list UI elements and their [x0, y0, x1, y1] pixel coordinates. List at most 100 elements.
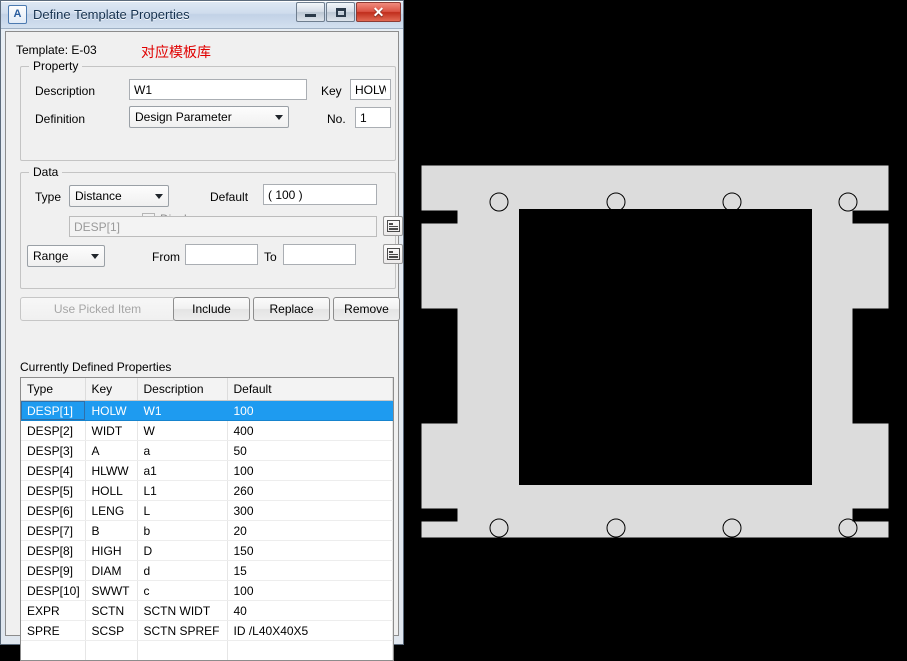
cell-key: B	[85, 521, 137, 541]
data-group: Data Type Distance Default Range	[20, 172, 396, 289]
cell-key: HOLL	[85, 481, 137, 501]
define-template-properties-dialog: A Define Template Properties ✕ Template:…	[0, 0, 404, 645]
to-input[interactable]	[283, 244, 356, 265]
no-label: No.	[327, 112, 346, 126]
remove-button[interactable]: Remove	[333, 297, 400, 321]
maximize-icon	[336, 8, 346, 17]
column-header-description[interactable]: Description	[137, 378, 227, 401]
cell-type: DESP[8]	[21, 541, 85, 561]
cell-type: DESP[2]	[21, 421, 85, 441]
cell-description: d	[137, 561, 227, 581]
expression-picker-button[interactable]	[383, 216, 403, 236]
table-row[interactable]: DESP[4]HLWWa1100	[21, 461, 393, 481]
table-row[interactable]: EXPRSCTNSCTN WIDT40	[21, 601, 393, 621]
type-combobox-value: Distance	[75, 189, 122, 203]
dialog-client-area: Template: E-03 对应模板库 Property Descriptio…	[5, 31, 399, 636]
cell-default: 15	[227, 561, 393, 581]
cell-type: DESP[9]	[21, 561, 85, 581]
range-combobox[interactable]: Range	[27, 245, 105, 267]
expression-input[interactable]	[69, 216, 377, 237]
table-row[interactable]: DESP[3]Aa50	[21, 441, 393, 461]
column-header-key[interactable]: Key	[85, 378, 137, 401]
cell-type: SPRE	[21, 621, 85, 641]
title-bar[interactable]: A Define Template Properties ✕	[1, 1, 403, 29]
from-label: From	[152, 250, 180, 264]
type-combobox[interactable]: Distance	[69, 185, 169, 207]
cell-description: a	[137, 441, 227, 461]
window-title: Define Template Properties	[33, 7, 190, 22]
template-library-note: 对应模板库	[141, 42, 211, 62]
property-group-legend: Property	[29, 59, 82, 73]
range-picker-button[interactable]	[383, 244, 403, 264]
cell-key: SCTN	[85, 601, 137, 621]
type-label: Type	[35, 190, 61, 204]
list-document-icon	[387, 220, 400, 232]
column-header-type[interactable]: Type	[21, 378, 85, 401]
cell-description: c	[137, 581, 227, 601]
column-header-default[interactable]: Default	[227, 378, 393, 401]
table-row[interactable]: SPRESCSPSCTN SPREFID /L40X40X5	[21, 621, 393, 641]
cell-description: W1	[137, 401, 227, 421]
cell-description: L	[137, 501, 227, 521]
table-header-row: Type Key Description Default	[21, 378, 393, 401]
use-picked-item-button[interactable]: Use Picked Item	[20, 297, 175, 321]
cell-description: a1	[137, 461, 227, 481]
cell-default: 100	[227, 401, 393, 421]
cell-key	[85, 641, 137, 661]
template-label: Template: E-03	[16, 43, 97, 57]
chevron-down-icon	[150, 186, 168, 206]
chevron-down-icon	[270, 107, 288, 127]
table-row[interactable]: DESP[10]SWWTc100	[21, 581, 393, 601]
table-row[interactable]: DESP[6]LENGL300	[21, 501, 393, 521]
definition-combobox[interactable]: Design Parameter	[129, 106, 289, 128]
app-icon: A	[8, 5, 27, 24]
description-input[interactable]	[129, 79, 307, 100]
include-button[interactable]: Include	[173, 297, 250, 321]
minimize-icon	[305, 14, 316, 17]
from-input[interactable]	[185, 244, 258, 265]
cell-type: DESP[3]	[21, 441, 85, 461]
cell-type	[21, 641, 85, 661]
replace-button[interactable]: Replace	[253, 297, 330, 321]
key-input[interactable]	[350, 79, 391, 100]
cell-default: 260	[227, 481, 393, 501]
description-label: Description	[35, 84, 95, 98]
cell-description: b	[137, 521, 227, 541]
property-group: Property Description Key Definition Desi…	[20, 66, 396, 161]
close-icon: ✕	[373, 5, 385, 19]
part-geometry	[422, 166, 888, 537]
cad-viewport[interactable]	[404, 0, 907, 648]
data-group-legend: Data	[29, 165, 62, 179]
table-row[interactable]: DESP[1]HOLWW1100	[21, 401, 393, 421]
cell-default: 50	[227, 441, 393, 461]
table-row[interactable]: DESP[9]DIAMd15	[21, 561, 393, 581]
properties-table[interactable]: Type Key Description Default DESP[1]HOLW…	[20, 377, 394, 661]
cell-key: WIDT	[85, 421, 137, 441]
default-label: Default	[210, 190, 248, 204]
cell-key: SWWT	[85, 581, 137, 601]
cell-type: DESP[7]	[21, 521, 85, 541]
definition-label: Definition	[35, 112, 85, 126]
table-row[interactable]: DESP[7]Bb20	[21, 521, 393, 541]
cell-default	[227, 641, 393, 661]
cell-type: DESP[6]	[21, 501, 85, 521]
table-row[interactable]: DESP[8]HIGHD150	[21, 541, 393, 561]
default-input[interactable]	[263, 184, 377, 205]
cell-type: DESP[5]	[21, 481, 85, 501]
table-row[interactable]	[21, 641, 393, 661]
cell-type: EXPR	[21, 601, 85, 621]
table-row[interactable]: DESP[2]WIDTW400	[21, 421, 393, 441]
no-input[interactable]	[355, 107, 391, 128]
cell-type: DESP[1]	[21, 401, 85, 421]
cell-default: 300	[227, 501, 393, 521]
maximize-button[interactable]	[326, 2, 355, 22]
cell-default: 150	[227, 541, 393, 561]
minimize-button[interactable]	[296, 2, 325, 22]
table-row[interactable]: DESP[5]HOLLL1260	[21, 481, 393, 501]
to-label: To	[264, 250, 277, 264]
close-button[interactable]: ✕	[356, 2, 401, 22]
cell-default: 100	[227, 461, 393, 481]
cell-key: SCSP	[85, 621, 137, 641]
cell-description: D	[137, 541, 227, 561]
cell-default: 40	[227, 601, 393, 621]
